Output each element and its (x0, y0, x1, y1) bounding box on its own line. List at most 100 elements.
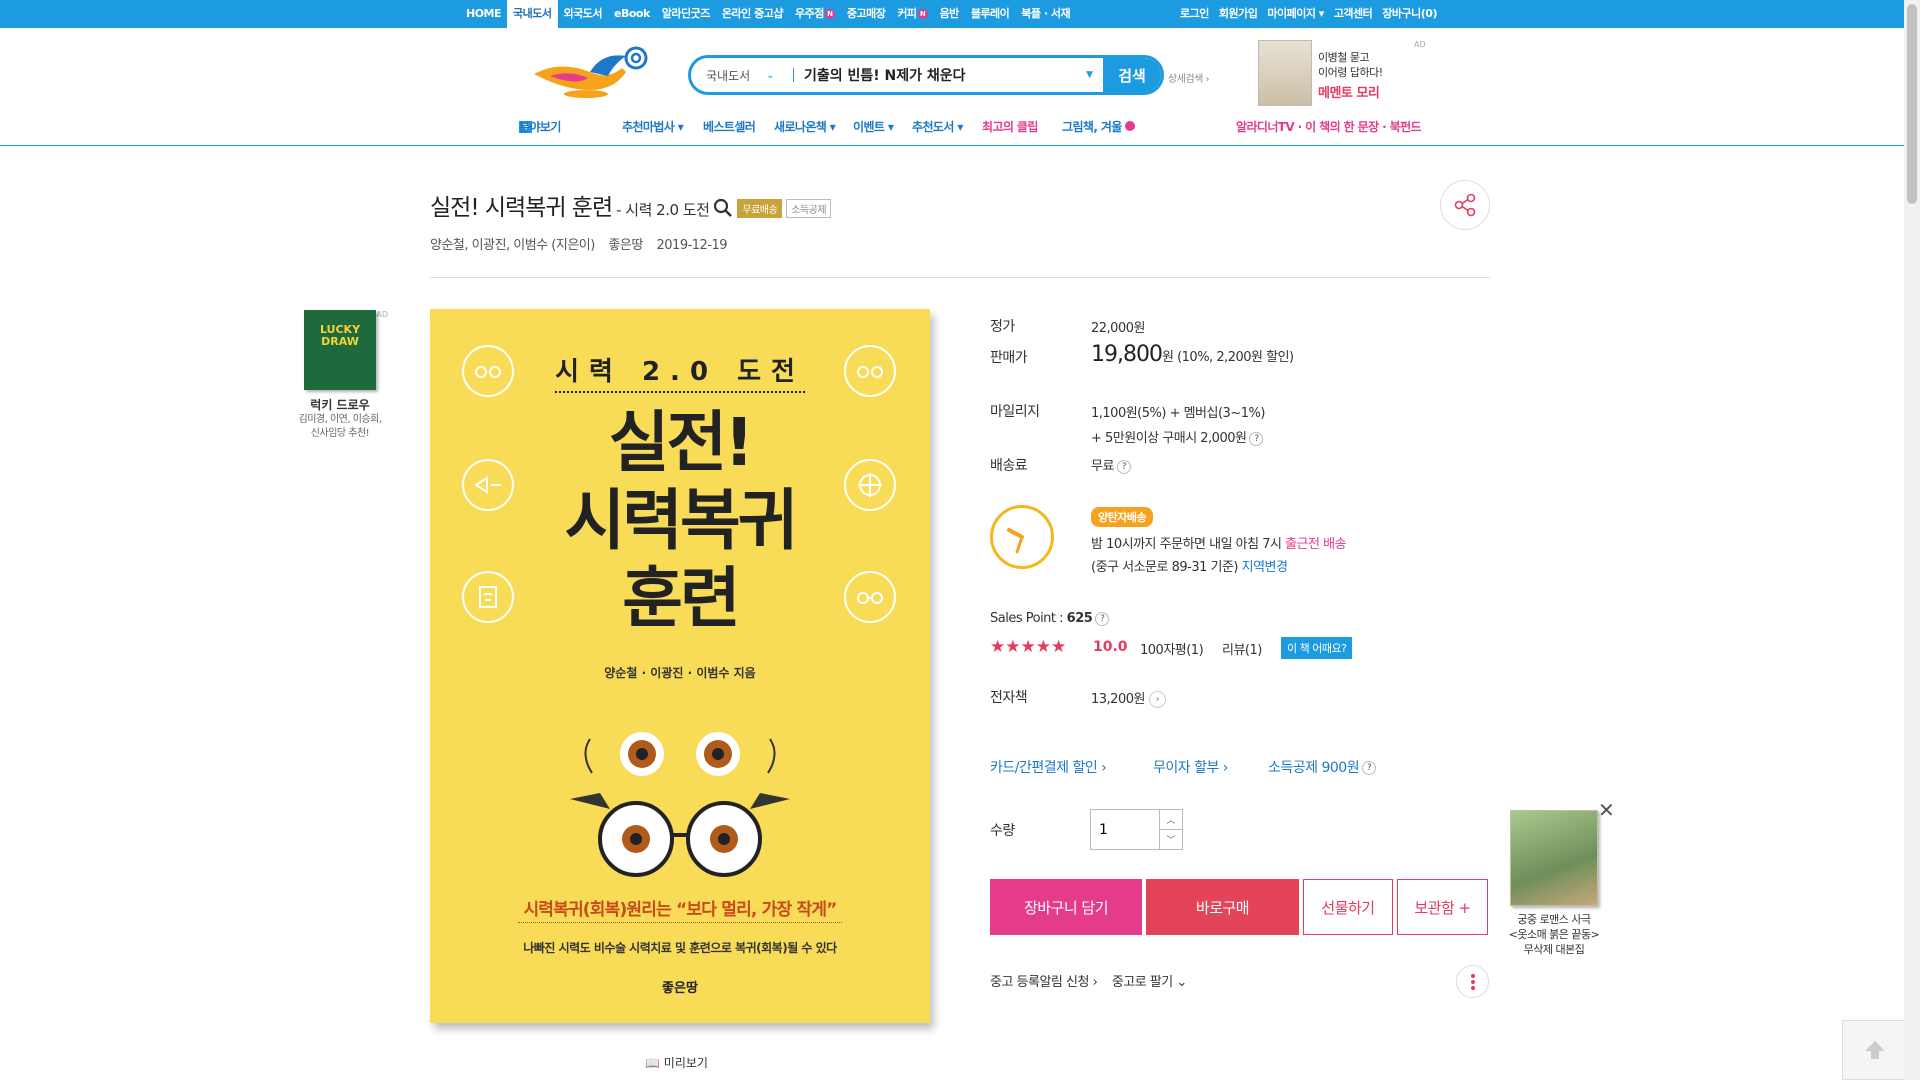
signup-link[interactable]: 회원가입 (1214, 0, 1262, 28)
page-scrollbar[interactable] (1904, 0, 1920, 1080)
top-menu-foreign-books[interactable]: 외국도서 (558, 0, 608, 28)
help-icon[interactable]: ? (1116, 459, 1131, 474)
close-icon[interactable]: ✕ (1598, 798, 1615, 822)
book-cover-image[interactable]: 시력 2.0 도전 실전! 시력복귀 훈련 양순철 · 이광진 · 이범수 지음 시… (430, 309, 930, 1023)
sale-price-label: 판매가 (990, 350, 1028, 366)
new-dot-icon (1125, 121, 1136, 131)
book-subtitle: - 시력 2.0 도전 (616, 201, 710, 219)
list-price-label: 정가 (990, 319, 1015, 335)
gnb-picture-books-winter[interactable]: 그림책, 겨울 (1062, 118, 1136, 135)
search-category-label: 국내도서 (706, 68, 751, 83)
ad-book-name: 럭키 드로우 (310, 398, 370, 412)
gnb-new-books[interactable]: 새로나온책 ▾ (774, 118, 836, 135)
top-menu-home[interactable]: HOME (460, 0, 507, 28)
search-input[interactable] (794, 58, 1087, 92)
used-book-row: 중고 등록알림 신청 › 중고로 팔기 ⌄ (990, 971, 1187, 990)
detail-search-link[interactable]: 상세검색 › (1168, 70, 1209, 85)
wishlist-button[interactable]: 보관함 + (1397, 879, 1488, 935)
scroll-to-top-button[interactable] (1842, 1020, 1908, 1080)
scrollbar-thumb[interactable] (1907, 4, 1917, 204)
top-menu-bluray[interactable]: 블루레이 (965, 0, 1015, 28)
tax-deduction-link[interactable]: 소득공제 900원? (1268, 757, 1377, 777)
cart-link[interactable]: 장바구니(0) (1377, 0, 1442, 28)
sale-discount: (10%, 2,200원 할인) (1177, 350, 1294, 365)
sell-used-link[interactable]: 중고로 팔기 ⌄ (1112, 975, 1187, 990)
mileage-line-2: + 5만원이상 구매시 2,000원? (1091, 427, 1264, 446)
gift-button[interactable]: 선물하기 (1303, 879, 1393, 935)
search-button[interactable]: 검색 (1103, 58, 1161, 92)
top-menu-goods[interactable]: 알라딘굿즈 (656, 0, 716, 28)
quantity-label: 수량 (990, 823, 1015, 839)
change-region-link[interactable]: 지역변경 (1242, 560, 1288, 575)
top-user-menu: 로그인 회원가입 마이페이지 ▾ 고객센터 장바구니(0) (1175, 0, 1442, 28)
share-button[interactable] (1440, 180, 1490, 230)
top-menu-bookple[interactable]: 북플 · 서재 (1015, 0, 1076, 28)
share-icon (1454, 193, 1476, 217)
short-review-count[interactable]: 100자평(1) (1140, 639, 1204, 658)
top-menu-domestic-books[interactable]: 국내도서 (507, 0, 558, 28)
title-divider (430, 277, 1490, 278)
help-icon[interactable]: ? (1249, 431, 1264, 446)
more-options-button[interactable] (1456, 965, 1489, 998)
top-menu-used-stores[interactable]: 중고매장 (841, 0, 891, 28)
cover-subtitle: 나빠진 시력도 비수술 시력치료 및 훈련으로 복귀(회복)될 수 있다 (523, 941, 837, 955)
search-category-select[interactable]: 국내도서 ⌄ (691, 58, 793, 92)
gnb-bestseller[interactable]: 베스트셀러 (703, 118, 756, 135)
top-menu-music[interactable]: 음반 (934, 0, 965, 28)
left-side-ad[interactable]: AD LUCKY DRAW 럭키 드로우 김미경, 이연, 이승희, 신사임당 추… (290, 310, 390, 441)
rating-stars: ★★★★★ (990, 637, 1067, 657)
login-link[interactable]: 로그인 (1175, 0, 1214, 28)
search-dropdown-icon[interactable]: ▼ (1086, 70, 1103, 80)
add-to-cart-button[interactable]: 장바구니 담기 (990, 879, 1142, 935)
how-is-this-book-button[interactable]: 이 책 어때요? (1281, 637, 1353, 659)
used-alert-link[interactable]: 중고 등록알림 신청 › (990, 975, 1098, 990)
preview-label: 미리보기 (663, 1056, 708, 1070)
gnb-best-clips[interactable]: 최고의 클립 (982, 118, 1038, 135)
browse-categories-button[interactable]: 분야보기 ▼ (519, 118, 561, 134)
delivery-line-2-text: (중구 서소문로 89-31 기준) (1091, 560, 1242, 575)
preview-button[interactable]: 📖 미리보기 (645, 1054, 708, 1071)
buy-now-button[interactable]: 바로구매 (1146, 879, 1299, 935)
shipping-label: 배송료 (990, 458, 1028, 474)
card-discount-link[interactable]: 카드/간편결제 할인 › (990, 757, 1107, 777)
ad-book-cover: LUCKY DRAW (304, 310, 376, 390)
search-icon[interactable] (713, 198, 733, 221)
sales-point-value: 625 (1066, 611, 1093, 626)
installment-link[interactable]: 무이자 할부 › (1153, 757, 1228, 777)
category-navigation: 분야보기 ▼ 추천마법사 ▾ 베스트셀러 새로나온책 ▾ 이벤트 ▾ 추천도서 … (0, 118, 1904, 146)
top-menu-coffee[interactable]: 커피 N (891, 0, 933, 28)
quantity-stepper: ︿ ﹀ (1090, 809, 1183, 850)
top-menu: HOME 국내도서 외국도서 eBook 알라딘굿즈 온라인 중고샵 우주점 N … (460, 0, 1076, 28)
book-authors[interactable]: 양순철, 이광진, 이범수 (지은이) (430, 238, 595, 253)
top-menu-coffee-label: 커피 (897, 7, 917, 20)
customer-center-link[interactable]: 고객센터 (1329, 0, 1377, 28)
review-count[interactable]: 리뷰(1) (1222, 639, 1262, 658)
book-publisher[interactable]: 좋은땅 (608, 238, 643, 253)
top-menu-used-shop[interactable]: 온라인 중고샵 (716, 0, 789, 28)
arrow-up-icon (1865, 1041, 1885, 1059)
sales-point-label: Sales Point : (990, 611, 1064, 626)
free-shipping-badge: 무료배송 (737, 199, 783, 218)
header-divider (0, 145, 1904, 146)
eye-focus-icon (462, 459, 514, 511)
ebook-price-row[interactable]: 13,200원 › (1091, 688, 1166, 708)
top-banner-ad[interactable]: 이병철 묻고 이어령 답하다! 메멘토 모리 AD (1258, 40, 1428, 106)
top-menu-space-store[interactable]: 우주점 N (789, 0, 841, 28)
gnb-right-links[interactable]: 알라디너TV · 이 책의 한 문장 · 북펀드 (1236, 118, 1422, 135)
top-menu-ebook[interactable]: eBook (608, 0, 656, 28)
quantity-input[interactable] (1091, 810, 1159, 849)
gnb-events[interactable]: 이벤트 ▾ (853, 118, 894, 135)
tax-deduction-badge: 소득공제 (786, 199, 832, 218)
ad-book-thumbnail (1258, 40, 1312, 106)
gnb-recommended-books[interactable]: 추천도서 ▾ (912, 118, 963, 135)
chevron-down-icon[interactable]: ﹀ (1160, 829, 1182, 849)
chevron-up-icon[interactable]: ︿ (1160, 810, 1182, 829)
shipping-value: 무료 (1091, 459, 1114, 474)
aladin-logo[interactable] (530, 42, 652, 102)
help-icon[interactable]: ? (1095, 611, 1110, 626)
ad-label: AD (1414, 40, 1426, 49)
floating-ad[interactable]: ✕ 궁중 로맨스 사극 <옷소매 붉은 끝동> 무삭제 대본집 (1498, 798, 1615, 957)
gnb-recommend-wizard[interactable]: 추천마법사 ▾ (622, 118, 684, 135)
mypage-link[interactable]: 마이페이지 ▾ (1262, 0, 1328, 28)
help-icon[interactable]: ? (1362, 761, 1377, 775)
